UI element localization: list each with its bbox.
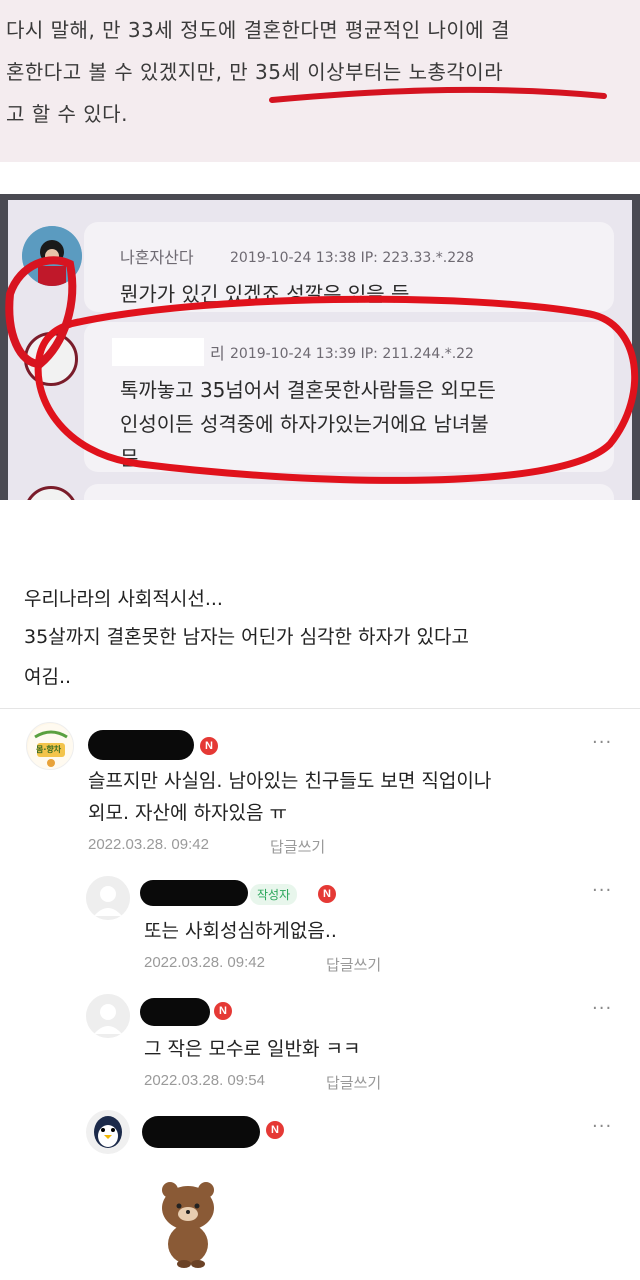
default-user-icon: [86, 876, 130, 920]
red-underline-mark: [269, 86, 607, 103]
more-options-button-1[interactable]: ···: [592, 732, 612, 753]
comment-avatar-3[interactable]: [86, 994, 130, 1038]
comment-avatar-2[interactable]: [86, 876, 130, 920]
more-options-button-2[interactable]: ···: [592, 880, 612, 901]
comment-text-1-line-2: 외모. 자산에 하자있음 ㅠ: [88, 802, 287, 824]
comment-date-2: 2022.03.28. 09:42: [144, 954, 265, 971]
caption-line-3: 여김..: [24, 666, 72, 688]
reply-button-1[interactable]: 답글쓰기: [270, 836, 325, 857]
comment-text-2: 또는 사회성심하게없음..: [144, 920, 337, 942]
chat-screenshot: 나혼자산다 2019-10-24 13:38 IP: 223.33.*.228 …: [0, 194, 640, 500]
redacted-username-1: [88, 730, 194, 760]
comment-avatar-1[interactable]: 몸·향차: [26, 722, 74, 770]
more-options-button-4[interactable]: ···: [592, 1116, 612, 1137]
redacted-username-3: [140, 998, 210, 1026]
new-badge-4: N: [266, 1121, 284, 1139]
caption-line-1: 우리나라의 사회적시선...: [24, 588, 223, 610]
more-options-button-3[interactable]: ···: [592, 998, 612, 1019]
comment-date-3: 2022.03.28. 09:54: [144, 1072, 265, 1089]
comment-text-1-line-1: 슬프지만 사실임. 남아있는 친구들도 보면 직업이나: [88, 770, 492, 792]
comment-avatar-4[interactable]: [86, 1110, 130, 1154]
new-badge-2: N: [318, 885, 336, 903]
penguin-avatar-icon: [86, 1110, 130, 1154]
article-snippet: 다시 말해, 만 33세 정도에 결혼한다면 평균적인 나이에 결 혼한다고 볼…: [0, 0, 640, 162]
comment-text-3: 그 작은 모수로 일반화 ㅋㅋ: [144, 1038, 361, 1060]
section-divider: [0, 708, 640, 709]
avatar-label: 몸·향차: [36, 745, 62, 754]
default-user-icon: [86, 994, 130, 1038]
new-badge-3: N: [214, 1002, 232, 1020]
comment-date-1: 2022.03.28. 09:42: [88, 836, 209, 853]
red-circle-mark: [5, 256, 639, 484]
reply-button-3[interactable]: 답글쓰기: [326, 1072, 381, 1093]
new-badge-1: N: [200, 737, 218, 755]
reply-button-2[interactable]: 답글쓰기: [326, 954, 381, 975]
author-badge: 작성자: [250, 884, 298, 905]
caption-line-2: 35살까지 결혼못한 남자는 어딘가 심각한 하자가 있다고: [24, 626, 469, 648]
brown-bear-sticker: [162, 1182, 214, 1268]
redacted-username-2: [140, 880, 248, 906]
redacted-username-4: [142, 1116, 260, 1148]
